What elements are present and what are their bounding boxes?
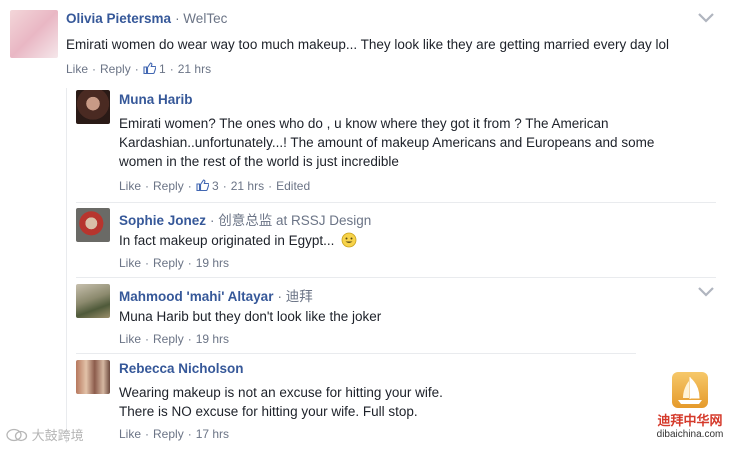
comment-text-line: Emirati women? The ones who do , u know … (119, 116, 609, 131)
comment-actions: Like · Reply · 3 · 21 hrs · Edited (119, 179, 311, 193)
comment-text-line: women in the rest of the world is just i… (119, 154, 399, 169)
divider (76, 202, 716, 203)
comment-text: In fact makeup originated in Egypt... (119, 231, 719, 250)
comment-text: Emirati women? The ones who do , u know … (119, 114, 719, 171)
comment-actions: Like · Reply · 19 hrs (119, 332, 230, 346)
edited-label[interactable]: Edited (276, 179, 310, 193)
divider (76, 353, 636, 354)
sailboat-logo-icon (672, 372, 708, 408)
commenter-location: · 迪拜 (277, 289, 313, 304)
avatar[interactable] (76, 284, 110, 318)
chevron-down-icon[interactable] (697, 286, 715, 298)
reply-button[interactable]: Reply (153, 332, 184, 346)
name-link[interactable]: Olivia Pietersma (66, 11, 171, 26)
commenter-name[interactable]: Olivia Pietersma · WelTec (66, 11, 227, 26)
comment-text: Emirati women do wear way too much makeu… (66, 35, 706, 54)
reply-button[interactable]: Reply (153, 256, 184, 270)
reply-button[interactable]: Reply (153, 179, 184, 193)
name-link[interactable]: Muna Harib (119, 92, 193, 107)
like-button[interactable]: Like (119, 332, 141, 346)
avatar[interactable] (76, 360, 110, 394)
comment-text-line: In fact makeup originated in Egypt... (119, 233, 335, 248)
like-button[interactable]: Like (119, 427, 141, 441)
timestamp[interactable]: 21 hrs (231, 179, 264, 193)
like-count[interactable]: 3 (212, 179, 219, 193)
divider (76, 277, 716, 278)
wechat-logo-icon (6, 428, 28, 442)
comment-text: Wearing makeup is not an excuse for hitt… (119, 383, 649, 421)
timestamp[interactable]: 17 hrs (196, 427, 229, 441)
like-count[interactable]: 1 (159, 62, 166, 76)
like-button[interactable]: Like (119, 256, 141, 270)
comment-text: Muna Harib but they don't look like the … (119, 307, 719, 326)
name-link[interactable]: Mahmood 'mahi' Altayar (119, 289, 273, 304)
commenter-name[interactable]: Muna Harib (119, 92, 193, 107)
comment-actions: Like · Reply · 1 · 21 hrs (66, 62, 212, 76)
comment-text-line: There is NO excuse for hitting your wife… (119, 404, 418, 419)
reply-button[interactable]: Reply (100, 62, 131, 76)
commenter-name[interactable]: Sophie Jonez · 创意总监 at RSSJ Design (119, 209, 371, 229)
timestamp[interactable]: 19 hrs (196, 256, 229, 270)
name-link[interactable]: Rebecca Nicholson (119, 361, 244, 376)
comment-text-line: Emirati women do wear way too much makeu… (66, 37, 670, 52)
avatar[interactable] (10, 10, 58, 58)
reply-button[interactable]: Reply (153, 427, 184, 441)
name-link[interactable]: Sophie Jonez (119, 213, 206, 228)
like-count-icon (143, 62, 157, 75)
watermark-right: 迪拜中华网 dibaichina.com (650, 372, 730, 440)
watermark-left: 大鼓跨境 (6, 425, 84, 444)
avatar[interactable] (76, 90, 110, 124)
like-count-icon (196, 179, 210, 192)
commenter-name[interactable]: Rebecca Nicholson (119, 361, 244, 376)
timestamp[interactable]: 19 hrs (196, 332, 229, 346)
watermark-text: 大鼓跨境 (31, 428, 84, 443)
watermark-domain: dibaichina.com (656, 429, 724, 440)
reply-thread-line (66, 88, 67, 443)
comment-text-line: Kardashian..unfortunately...! The amount… (119, 135, 655, 150)
avatar[interactable] (76, 208, 110, 242)
smiley-emoji-icon (341, 232, 357, 248)
comment-text-line: Wearing makeup is not an excuse for hitt… (119, 385, 443, 400)
like-button[interactable]: Like (66, 62, 88, 76)
comment-actions: Like · Reply · 19 hrs (119, 256, 230, 270)
commenter-workplace: · 创意总监 at RSSJ Design (210, 213, 372, 228)
commenter-workplace: · WelTec (175, 11, 228, 26)
watermark-cn-text: 迪拜中华网 (657, 413, 723, 428)
commenter-name[interactable]: Mahmood 'mahi' Altayar · 迪拜 (119, 285, 313, 305)
chevron-down-icon[interactable] (697, 12, 715, 24)
timestamp[interactable]: 21 hrs (178, 62, 211, 76)
comment-text-line: Muna Harib but they don't look like the … (119, 309, 382, 324)
comment-actions: Like · Reply · 17 hrs (119, 427, 230, 441)
like-button[interactable]: Like (119, 179, 141, 193)
